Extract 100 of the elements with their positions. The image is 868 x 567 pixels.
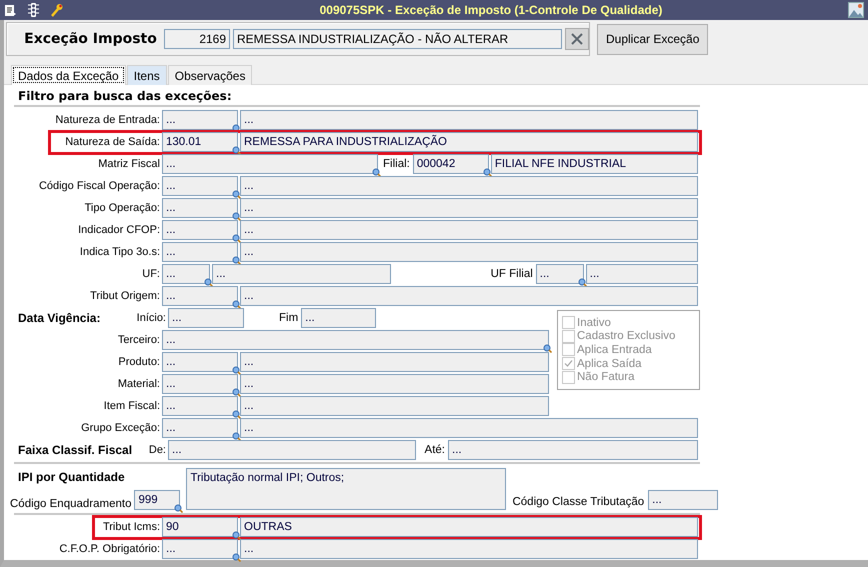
field-label: De: <box>148 444 167 456</box>
field-label: Natureza de Saída: <box>64 136 161 148</box>
input-field[interactable]: 999 <box>134 490 180 510</box>
input-field[interactable]: FILIAL NFE INDUSTRIAL <box>490 154 698 174</box>
input-field[interactable]: 130.01 <box>162 132 238 152</box>
search-icon[interactable] <box>232 234 241 243</box>
field-label: Item Fiscal: <box>102 400 161 412</box>
input-field[interactable]: ... <box>168 440 416 460</box>
description-field[interactable]: REMESSA INDUSTRIALIZAÇÃO - NÃO ALTERAR <box>233 29 562 49</box>
image-icon[interactable] <box>848 2 864 18</box>
input-field[interactable]: ... <box>240 176 698 196</box>
input-field[interactable]: ... <box>162 286 238 306</box>
input-field[interactable]: ... <box>162 418 238 438</box>
input-field[interactable]: ... <box>162 264 210 284</box>
search-icon[interactable] <box>482 168 492 177</box>
field-label: Grupo Exceção: <box>80 422 161 434</box>
tab[interactable]: Itens <box>126 65 167 85</box>
section-title: Faixa Classif. Fiscal <box>18 443 132 457</box>
search-icon[interactable] <box>232 190 241 199</box>
field-label: Tipo Operação: <box>84 202 161 214</box>
field-label: C.F.O.P. Obrigatório: <box>58 543 161 555</box>
input-field[interactable]: ... <box>162 220 238 240</box>
input-field[interactable]: ... <box>448 440 698 460</box>
input-field[interactable]: ... <box>212 264 391 284</box>
search-icon[interactable] <box>232 146 241 155</box>
input-field[interactable]: ... <box>240 418 698 438</box>
checkbox-label: Aplica Entrada <box>577 344 652 356</box>
field-label: Natureza de Entrada: <box>54 114 161 126</box>
list-icon[interactable] <box>4 4 17 16</box>
input-field[interactable]: ... <box>240 242 698 262</box>
search-icon[interactable] <box>232 388 241 397</box>
field-label: Código Fiscal Operação: <box>38 180 161 192</box>
search-icon[interactable] <box>543 344 552 353</box>
search-icon[interactable] <box>578 278 587 287</box>
tab[interactable]: Dados da Exceção <box>11 65 126 85</box>
search-icon[interactable] <box>232 212 241 221</box>
field-label: Tribut Icms: <box>102 521 161 533</box>
input-field[interactable]: ... <box>240 374 549 394</box>
search-icon[interactable] <box>232 300 241 309</box>
search-icon[interactable] <box>204 278 213 287</box>
code-field[interactable]: 2169 <box>164 29 230 49</box>
close-icon <box>571 33 584 45</box>
input-field[interactable]: ... <box>240 396 549 416</box>
search-icon[interactable] <box>232 256 241 265</box>
input-field[interactable]: ... <box>240 198 698 218</box>
section-title: Filtro para busca das exceções: <box>17 89 233 103</box>
input-field[interactable]: ... <box>240 286 698 306</box>
input-field[interactable]: ... <box>240 539 698 559</box>
input-field[interactable]: ... <box>240 352 549 372</box>
clear-button[interactable] <box>565 28 589 50</box>
description-field[interactable]: Tributação normal IPI; Outros; <box>186 468 506 510</box>
input-field[interactable]: ... <box>168 308 244 328</box>
input-field[interactable]: ... <box>162 110 238 130</box>
input-field[interactable]: 90 <box>162 517 238 537</box>
field-label: Terceiro: <box>116 334 161 346</box>
input-field[interactable]: ... <box>162 396 238 416</box>
field-label: Produto: <box>117 356 161 368</box>
input-field[interactable]: ... <box>301 308 376 328</box>
field-label: Código Enquadramento <box>10 498 132 510</box>
duplicate-button[interactable]: Duplicar Exceção <box>597 24 708 54</box>
search-icon[interactable] <box>232 553 241 562</box>
field-label: Código Classe Tributação <box>512 496 644 510</box>
section-title: IPI por Quantidade <box>18 470 125 484</box>
checkbox-label: Cadastro Exclusivo <box>577 330 676 342</box>
input-field[interactable]: 000042 <box>412 154 489 174</box>
search-icon[interactable] <box>174 504 184 513</box>
wrench-icon[interactable] <box>50 3 64 17</box>
input-field[interactable]: REMESSA PARA INDUSTRIALIZAÇÃO <box>240 132 698 152</box>
input-field[interactable]: ... <box>162 330 549 350</box>
search-icon[interactable] <box>232 531 241 540</box>
input-field[interactable]: ... <box>162 242 238 262</box>
input-field[interactable]: ... <box>240 220 698 240</box>
input-field[interactable]: ... <box>586 264 698 284</box>
input-field[interactable]: ... <box>162 198 238 218</box>
section-title: Data Vigência: <box>18 311 100 325</box>
checkbox-label: Não Fatura <box>577 371 635 384</box>
tab[interactable]: Observações <box>168 65 252 85</box>
field-label: Indicador CFOP: <box>77 224 161 236</box>
input-field[interactable]: ... <box>162 374 238 394</box>
field-label: Indica Tipo 3o.s: <box>78 246 161 258</box>
input-field[interactable]: ... <box>536 264 584 284</box>
checkbox-label: Aplica Saída <box>577 358 642 370</box>
header-label: Exceção Imposto <box>23 31 158 47</box>
input-field[interactable]: ... <box>162 154 378 174</box>
input-field[interactable]: OUTRAS <box>240 517 698 537</box>
field-label: Tribut Origem: <box>89 290 161 302</box>
input-field[interactable]: ... <box>240 110 698 130</box>
input-field[interactable]: ... <box>162 539 238 559</box>
search-icon[interactable] <box>232 432 241 441</box>
input-field[interactable]: ... <box>162 352 238 372</box>
traffic-light-icon[interactable] <box>27 3 40 17</box>
field-label: Material: <box>116 378 161 390</box>
input-field[interactable]: ... <box>648 490 718 510</box>
field-label: Início: <box>136 312 167 324</box>
input-field[interactable]: ... <box>162 176 238 196</box>
window-title: 009075SPK - Exceção de Imposto (1-Controle De Qualidade) <box>318 3 664 17</box>
field-label: Fim <box>278 312 300 324</box>
search-icon[interactable] <box>232 410 241 419</box>
search-icon[interactable] <box>232 366 241 375</box>
search-icon[interactable] <box>372 168 381 177</box>
